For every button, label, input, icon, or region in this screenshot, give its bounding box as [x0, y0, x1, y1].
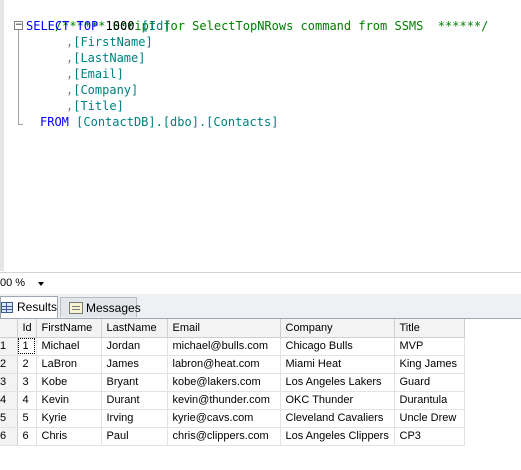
messages-icon	[69, 302, 83, 314]
grid-cell[interactable]: 2	[17, 355, 37, 374]
collapse-toggle-icon[interactable]: −	[14, 21, 23, 30]
grid-cell[interactable]: Los Angeles Clippers	[280, 427, 395, 446]
grid-cell[interactable]: kyrie@cavs.com	[167, 409, 281, 428]
from-keyword: FROM	[40, 115, 69, 129]
table-row[interactable]: 2 2 LaBron James labron@heat.com Miami Heat Ki…	[0, 355, 465, 374]
from-line: FROM [ContactDB].[dbo].[Contacts]	[40, 114, 278, 130]
grid-cell[interactable]: Paul	[101, 427, 168, 446]
tab-results[interactable]: Results	[0, 296, 58, 318]
row-number[interactable]: 3	[0, 373, 18, 392]
row-number[interactable]: 1	[0, 337, 18, 356]
grid-cell[interactable]: James	[101, 355, 168, 374]
table-row[interactable]: 4 4 Kevin Durant kevin@thunder.com OKC Thunde…	[0, 391, 465, 410]
grid-cell[interactable]: Chicago Bulls	[280, 337, 395, 356]
header-row: Id FirstName LastName Email Company Titl…	[0, 319, 465, 338]
column-header[interactable]: FirstName	[36, 319, 102, 338]
column-line: ,[FirstName]	[66, 35, 153, 49]
column-line: ,[LastName]	[66, 51, 146, 65]
outline-guide	[18, 30, 19, 124]
grid-cell[interactable]: kevin@thunder.com	[167, 391, 281, 410]
grid-cell[interactable]: Los Angeles Lakers	[280, 373, 395, 392]
row-number[interactable]: 2	[0, 355, 18, 374]
comment-line: /****** Script for SelectTopNRows comman…	[26, 2, 488, 33]
row-number[interactable]: 4	[0, 391, 18, 410]
column-header[interactable]: Company	[280, 319, 395, 338]
table-row[interactable]: 1 1 Michael Jordan michael@bulls.com Chicago …	[0, 337, 465, 356]
grid-cell[interactable]: Kevin	[36, 391, 102, 410]
grid-cell[interactable]: 1	[17, 337, 37, 356]
column-line: ,[Email]	[66, 67, 124, 81]
grid-cell[interactable]: Cleveland Cavaliers	[280, 409, 395, 428]
top-count: 1000	[105, 19, 135, 33]
row-header-corner[interactable]	[0, 319, 18, 338]
grid-cell[interactable]: Chris	[36, 427, 102, 446]
grid-cell[interactable]: 4	[17, 391, 37, 410]
column-line: ,[Title]	[66, 99, 124, 113]
editor-status-bar: 00 %	[0, 272, 521, 293]
results-grid[interactable]: Id FirstName LastName Email Company Titl…	[0, 319, 521, 470]
column-header[interactable]: LastName	[101, 319, 168, 338]
grid-cell[interactable]: MVP	[394, 337, 465, 356]
grid-cell[interactable]: chris@clippers.com	[167, 427, 281, 446]
grid-cell[interactable]: Michael	[36, 337, 102, 356]
top-keyword: TOP	[76, 19, 99, 33]
grid-cell[interactable]: 5	[17, 409, 37, 428]
grid-cell[interactable]: CP3	[394, 427, 465, 446]
tab-messages-label: Messages	[86, 301, 141, 315]
row-number[interactable]: 6	[0, 427, 18, 446]
grid-cell[interactable]: Durant	[101, 391, 168, 410]
column-lastname: [LastName]	[73, 51, 146, 65]
zoom-value: 00 %	[0, 277, 26, 289]
grid-cell[interactable]: King James	[394, 355, 465, 374]
results-tab-strip: Results Messages	[0, 294, 521, 319]
results-table: Id FirstName LastName Email Company Titl…	[0, 319, 465, 446]
query-editor[interactable]: /****** Script for SelectTopNRows comman…	[0, 0, 521, 271]
table-row[interactable]: 5 5 Kyrie Irving kyrie@cavs.com Cleveland Cav…	[0, 409, 465, 428]
column-line: ,[Company]	[66, 83, 139, 97]
grid-cell[interactable]: michael@bulls.com	[167, 337, 281, 356]
tab-messages[interactable]: Messages	[60, 297, 141, 317]
grid-cell[interactable]: kobe@lakers.com	[167, 373, 281, 392]
column-header[interactable]: Id	[17, 319, 37, 338]
outline-guide-end	[18, 124, 23, 125]
column-id: [Id]	[141, 19, 171, 33]
table-row[interactable]: 6 6 Chris Paul chris@clippers.com Los Angeles…	[0, 427, 465, 446]
grid-cell[interactable]: Uncle Drew	[394, 409, 465, 428]
grid-cell[interactable]: 6	[17, 427, 37, 446]
grid-cell[interactable]: Durantula	[394, 391, 465, 410]
editor-margin	[0, 0, 4, 271]
tab-results-label: Results	[17, 300, 58, 314]
column-header[interactable]: Email	[167, 319, 281, 338]
grid-cell[interactable]: Kyrie	[36, 409, 102, 428]
zoom-dropdown[interactable]: 00 %	[0, 276, 46, 291]
grid-icon	[1, 302, 13, 313]
column-email: [Email]	[73, 67, 124, 81]
column-header[interactable]: Title	[394, 319, 465, 338]
select-keyword: SELECT	[26, 19, 70, 33]
column-firstname: [FirstName]	[73, 35, 153, 49]
grid-cell[interactable]: LaBron	[36, 355, 102, 374]
grid-cell[interactable]: Kobe	[36, 373, 102, 392]
row-number[interactable]: 5	[0, 409, 18, 428]
grid-cell[interactable]: Guard	[394, 373, 465, 392]
grid-cell[interactable]: labron@heat.com	[167, 355, 281, 374]
grid-cell[interactable]: OKC Thunder	[280, 391, 395, 410]
table-name: [ContactDB].[dbo].[Contacts]	[76, 115, 279, 129]
grid-cell[interactable]: Bryant	[101, 373, 168, 392]
grid-cell[interactable]: Irving	[101, 409, 168, 428]
grid-cell[interactable]: Jordan	[101, 337, 168, 356]
grid-cell[interactable]: 3	[17, 373, 37, 392]
column-title: [Title]	[73, 99, 124, 113]
table-row[interactable]: 3 3 Kobe Bryant kobe@lakers.com Los Angeles L…	[0, 373, 465, 392]
chevron-down-icon[interactable]	[38, 282, 44, 286]
select-line: SELECT TOP 1000 [Id]	[26, 18, 171, 34]
grid-cell[interactable]: Miami Heat	[280, 355, 395, 374]
column-company: [Company]	[73, 83, 139, 97]
